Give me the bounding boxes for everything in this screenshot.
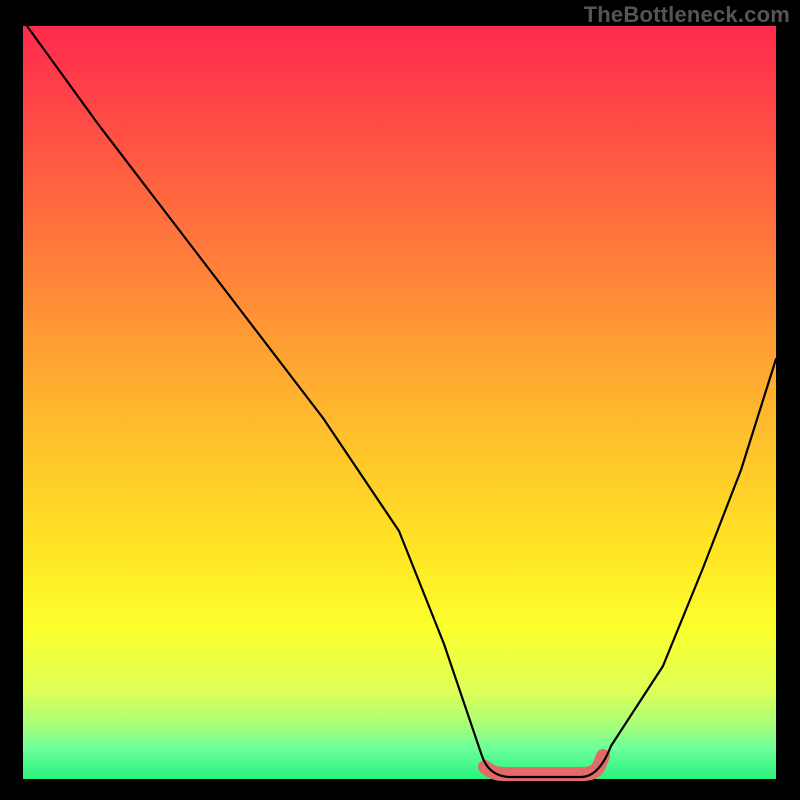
attribution-text: TheBottleneck.com [584,2,790,28]
chart-frame: TheBottleneck.com [0,0,800,800]
plot-area [23,26,776,779]
curve-overlay [23,26,776,779]
optimal-range-marker [485,756,603,774]
bottleneck-curve [27,26,776,777]
